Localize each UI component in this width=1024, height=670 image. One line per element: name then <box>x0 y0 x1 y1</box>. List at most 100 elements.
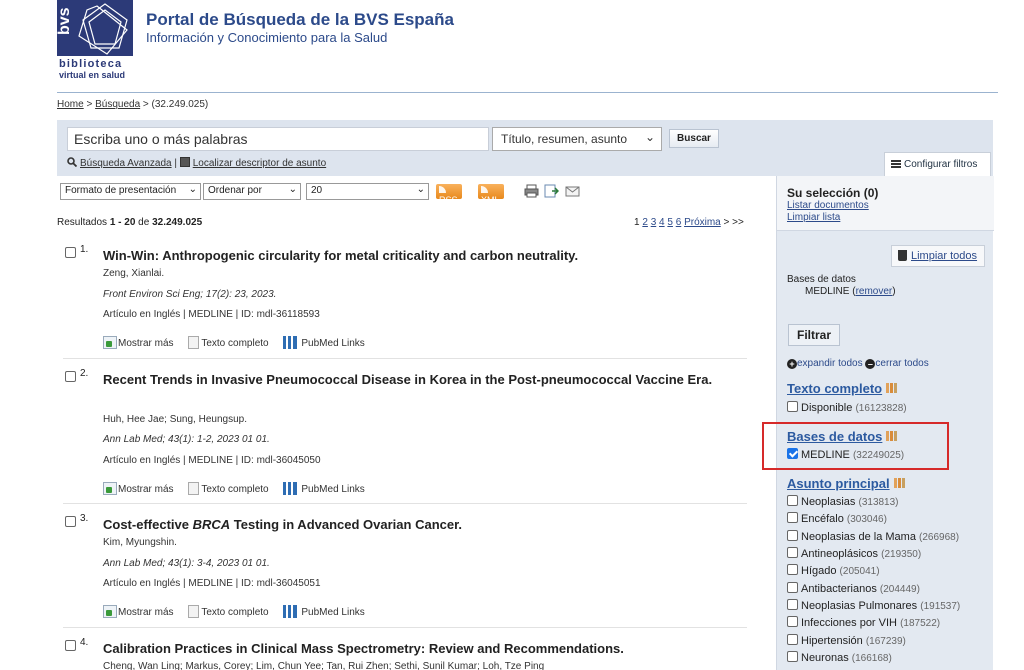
facet-item[interactable]: Antineoplásicos (219350) <box>787 547 921 560</box>
result-title[interactable]: Calibration Practices in Clinical Mass S… <box>103 639 733 659</box>
result-checkbox[interactable] <box>65 247 76 258</box>
search-icon <box>67 157 77 167</box>
document-icon <box>188 605 200 618</box>
result-checkbox[interactable] <box>65 640 76 651</box>
descriptor-link[interactable]: Localizar descriptor de asunto <box>193 158 326 169</box>
pager-arrows[interactable]: > >> <box>724 217 744 228</box>
pager-page[interactable]: 6 <box>676 217 682 228</box>
configure-filters-tab[interactable]: Configurar filtros <box>884 152 991 176</box>
search-input[interactable]: Escriba uno o más palabras <box>67 127 489 151</box>
facet-item[interactable]: Neuronas (166168) <box>787 651 892 664</box>
pubmed-links[interactable]: PubMed Links <box>283 336 365 349</box>
search-field-select[interactable]: Título, resumen, asunto ⌄ <box>492 127 662 151</box>
format-select[interactable]: Formato de presentación ⌄ <box>60 183 201 200</box>
rss-icon <box>439 186 446 193</box>
facet-item[interactable]: Hígado (205041) <box>787 564 880 577</box>
result-title[interactable]: Win-Win: Anthropogenic circularity for m… <box>103 246 733 266</box>
result-checkbox[interactable] <box>65 371 76 382</box>
advanced-search-link[interactable]: Búsqueda Avanzada <box>80 158 172 169</box>
results-total: 32.249.025 <box>152 217 203 228</box>
clear-list-link[interactable]: Limpiar lista <box>787 212 984 224</box>
facet-checkbox[interactable] <box>787 651 798 662</box>
facet-full-text-title[interactable]: Texto completo <box>787 381 900 396</box>
email-icon[interactable] <box>565 184 580 198</box>
pager-page[interactable]: 3 <box>651 217 657 228</box>
clear-all-button[interactable]: Limpiar todos <box>891 245 985 267</box>
facet-checkbox[interactable] <box>787 582 798 593</box>
facet-checkbox[interactable] <box>787 495 798 506</box>
pager-next[interactable]: Próxima <box>684 217 721 228</box>
facet-checkbox[interactable] <box>787 512 798 523</box>
facet-checkbox[interactable] <box>787 530 798 541</box>
show-more-label: Mostrar más <box>118 607 174 618</box>
facet-item[interactable]: Neoplasias Pulmonares (191537) <box>787 599 960 612</box>
facet-item-count: (204449) <box>879 584 920 595</box>
facet-item[interactable]: Hipertensión (167239) <box>787 634 906 647</box>
remove-filter-link[interactable]: remover <box>856 286 893 297</box>
pager-current: 1 <box>634 217 640 228</box>
xml-button[interactable]: XML <box>478 184 504 205</box>
show-more-link[interactable]: Mostrar más <box>103 482 174 495</box>
per-page-select[interactable]: 20 ⌄ <box>306 183 429 200</box>
facet-item-label: Encéfalo <box>801 513 844 525</box>
facet-checkbox[interactable] <box>787 634 798 645</box>
facet-checkbox[interactable] <box>787 616 798 627</box>
pager-page[interactable]: 5 <box>667 217 673 228</box>
facet-item[interactable]: Encéfalo (303046) <box>787 512 887 525</box>
rss-button[interactable]: RSS <box>436 184 462 205</box>
result-meta: Artículo en Inglés | MEDLINE | ID: mdl-3… <box>103 455 321 466</box>
result-title[interactable]: Cost-effective BRCA Testing in Advanced … <box>103 515 733 535</box>
result-actions: Mostrar más Texto completo PubMed Links <box>103 482 377 495</box>
feed-icon <box>481 186 488 193</box>
facet-title-label: Texto completo <box>787 381 883 396</box>
export-icon[interactable] <box>544 184 559 198</box>
breadcrumb-home[interactable]: Home <box>57 99 84 110</box>
expand-icon <box>103 482 117 495</box>
print-icon[interactable] <box>524 184 539 198</box>
search-button[interactable]: Buscar <box>669 129 719 148</box>
facet-item-count: (205041) <box>839 566 880 577</box>
show-more-link[interactable]: Mostrar más <box>103 605 174 618</box>
facet-checkbox[interactable] <box>787 564 798 575</box>
show-more-link[interactable]: Mostrar más <box>103 336 174 349</box>
facet-item-count: (313813) <box>858 497 899 508</box>
result-source: Ann Lab Med; 43(1): 3-4, 2023 01 01. <box>103 558 270 569</box>
facet-item[interactable]: Antibacterianos (204449) <box>787 582 920 595</box>
format-select-value: Formato de presentación <box>65 185 177 196</box>
facet-checkbox[interactable] <box>787 599 798 610</box>
full-text-link[interactable]: Texto completo <box>188 336 269 349</box>
full-text-link[interactable]: Texto completo <box>188 605 269 618</box>
list-documents-link[interactable]: Listar documentos <box>787 200 984 212</box>
pager-page[interactable]: 2 <box>642 217 648 228</box>
facet-item-count: (166168) <box>851 653 892 664</box>
facet-item[interactable]: Neoplasias (313813) <box>787 495 899 508</box>
facet-checkbox[interactable] <box>787 547 798 558</box>
facet-item-label: Neoplasias Pulmonares <box>801 600 918 612</box>
search-area: Escriba uno o más palabras Título, resum… <box>57 120 993 176</box>
collapse-all-link[interactable]: cerrar todos <box>875 358 928 369</box>
result-item: 4. Calibration Practices in Clinical Mas… <box>63 637 747 670</box>
search-field-value: Título, resumen, asunto <box>501 132 628 146</box>
expand-all-link[interactable]: expandir todos <box>797 358 863 369</box>
pubmed-links[interactable]: PubMed Links <box>283 482 365 495</box>
active-filter-value-row: MEDLINE (remover) <box>805 286 896 297</box>
chevron-down-icon: ⌄ <box>188 184 197 195</box>
bvs-logo[interactable]: bvs biblioteca virtual en salud <box>57 0 135 80</box>
pager-page[interactable]: 4 <box>659 217 665 228</box>
clear-all-label: Limpiar todos <box>911 250 978 262</box>
result-checkbox[interactable] <box>65 516 76 527</box>
facet-item[interactable]: Disponible (16123828) <box>787 401 907 414</box>
facet-item-count: (167239) <box>865 636 906 647</box>
portal-title: Portal de Búsqueda de la BVS España <box>146 10 454 29</box>
facet-item[interactable]: Neoplasias de la Mama (266968) <box>787 530 959 543</box>
facet-checkbox[interactable] <box>787 401 798 412</box>
filter-button[interactable]: Filtrar <box>788 324 840 346</box>
facet-main-subject-title[interactable]: Asunto principal <box>787 476 907 491</box>
order-select[interactable]: Ordenar por ⌄ <box>203 183 301 200</box>
full-text-link[interactable]: Texto completo <box>188 482 269 495</box>
expand-collapse-row: + expandir todos – cerrar todos <box>787 358 929 369</box>
pubmed-links[interactable]: PubMed Links <box>283 605 365 618</box>
result-title[interactable]: Recent Trends in Invasive Pneumococcal D… <box>103 370 733 390</box>
breadcrumb-search[interactable]: Búsqueda <box>95 99 140 110</box>
facet-item[interactable]: Infecciones por VIH (187522) <box>787 616 940 629</box>
